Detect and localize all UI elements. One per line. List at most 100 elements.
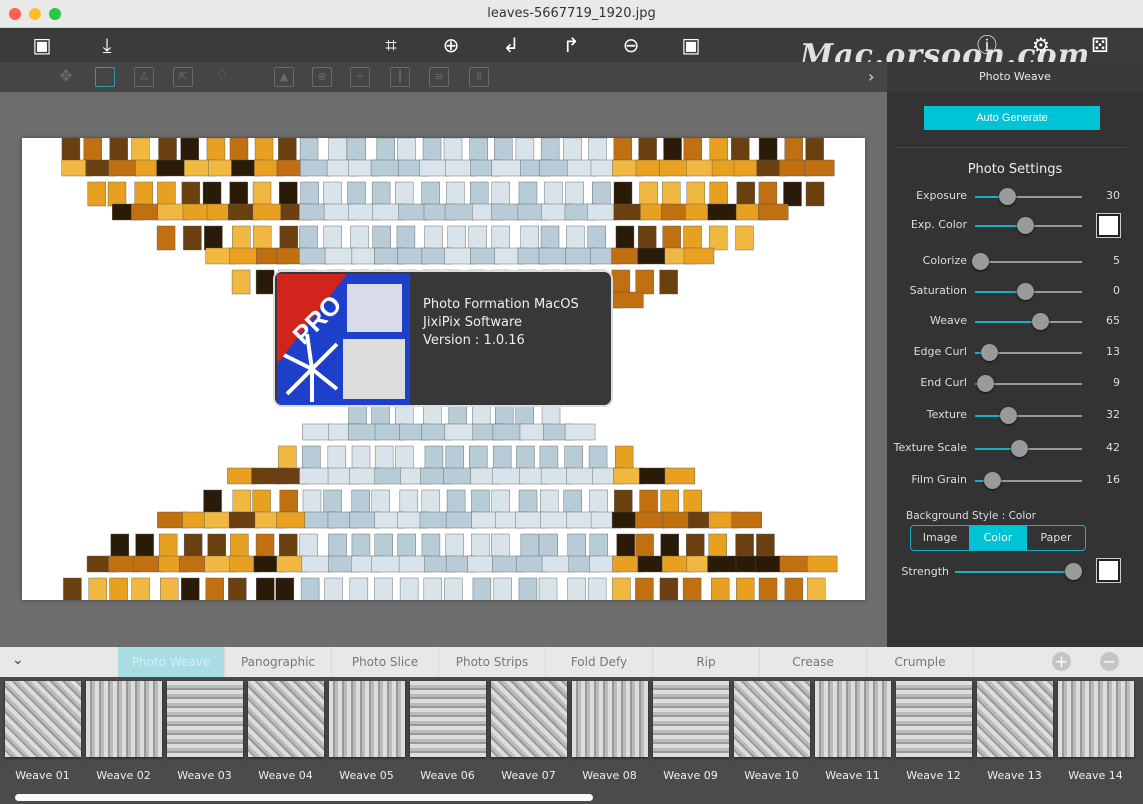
- slider-knob[interactable]: [1032, 313, 1050, 330]
- preset-thumbnail[interactable]: [815, 681, 891, 757]
- weave-strip: [252, 181, 272, 207]
- tab-photo-weave[interactable]: Photo Weave: [118, 647, 225, 677]
- preset-thumbnail[interactable]: [329, 681, 405, 757]
- preset-thumbnail[interactable]: [248, 681, 324, 757]
- preset-thumbnail[interactable]: [653, 681, 729, 757]
- add-column-icon[interactable]: ┃: [390, 67, 410, 87]
- horizontal-scrollbar[interactable]: [15, 794, 593, 801]
- weave-strip: [638, 138, 657, 163]
- preset-thumbnail[interactable]: [86, 681, 162, 757]
- remove-preset-button[interactable]: −: [1100, 652, 1119, 671]
- exposure-slider[interactable]: [975, 188, 1082, 205]
- slider-label: Weave: [929, 314, 967, 327]
- weave-strip: [538, 159, 570, 177]
- dice-random-icon[interactable]: ⚄: [1086, 31, 1114, 59]
- columns-icon[interactable]: ⦀: [469, 67, 489, 87]
- weave-strip: [469, 181, 489, 207]
- weave-strip: [371, 555, 402, 573]
- lightbulb-icon[interactable]: ♢: [212, 67, 232, 87]
- edge-curl-slider[interactable]: [975, 344, 1082, 361]
- slider-knob[interactable]: [1000, 407, 1018, 424]
- weave-strip: [83, 138, 102, 163]
- colorize-slider[interactable]: [972, 253, 1082, 270]
- export-icon[interactable]: ⇱: [173, 67, 193, 87]
- weave-strip: [639, 489, 658, 515]
- tab-panographic[interactable]: Panographic: [225, 647, 332, 677]
- exp-color-swatch[interactable]: [1096, 213, 1121, 238]
- redo-icon[interactable]: ↱: [557, 31, 585, 59]
- preset-thumbnail[interactable]: [1058, 681, 1134, 757]
- remove-icon[interactable]: ⊗: [312, 67, 332, 87]
- zoom-in-icon[interactable]: ⊕: [437, 31, 465, 59]
- slider-knob[interactable]: [1017, 217, 1035, 234]
- tab-fold-defy[interactable]: Fold Defy: [546, 647, 653, 677]
- move-icon[interactable]: ✥: [56, 67, 76, 87]
- collapse-chevron-icon[interactable]: ⌄: [12, 652, 24, 668]
- preset-thumbnail[interactable]: [5, 681, 81, 757]
- weave-slider[interactable]: [975, 313, 1082, 330]
- preset-strip: Weave 01 Weave 02 Weave 03 Weave 04 Weav…: [0, 677, 1143, 804]
- saturation-slider[interactable]: [975, 283, 1082, 300]
- fit-image-icon[interactable]: ▣: [677, 31, 705, 59]
- weave-strip: [131, 577, 150, 600]
- preset-thumbnail[interactable]: [977, 681, 1053, 757]
- slider-label: Film Grain: [911, 473, 967, 486]
- weave-strip: [564, 445, 583, 471]
- info-icon[interactable]: ⓘ: [973, 31, 1001, 59]
- bg-option-color[interactable]: Color: [969, 526, 1027, 550]
- strength-color-swatch[interactable]: [1096, 558, 1121, 583]
- preset-thumbnail[interactable]: [410, 681, 486, 757]
- settings-icon[interactable]: ⚙: [1027, 31, 1055, 59]
- undo-icon[interactable]: ↲: [497, 31, 525, 59]
- crop-icon[interactable]: ⌗: [377, 31, 405, 59]
- preset-thumbnail[interactable]: [572, 681, 648, 757]
- end-curl-slider[interactable]: [975, 375, 1082, 392]
- slider-knob[interactable]: [972, 253, 990, 270]
- open-image-icon[interactable]: ▣: [28, 31, 56, 59]
- bg-option-paper[interactable]: Paper: [1027, 526, 1085, 550]
- weave-strip: [615, 225, 635, 251]
- weave-strip: [758, 577, 778, 600]
- preset-thumbnail[interactable]: [734, 681, 810, 757]
- film-grain-slider[interactable]: [975, 472, 1082, 489]
- tab-crease[interactable]: Crease: [760, 647, 867, 677]
- preset-thumbnail[interactable]: [491, 681, 567, 757]
- select-rect-icon[interactable]: [95, 67, 115, 87]
- add-row-icon[interactable]: ＋: [350, 67, 370, 87]
- slider-knob[interactable]: [976, 375, 994, 392]
- slider-knob[interactable]: [999, 188, 1017, 205]
- preset-label: Weave 01: [15, 769, 70, 782]
- texture-slider[interactable]: [975, 407, 1082, 424]
- weave-strip: [446, 489, 466, 515]
- slider-knob[interactable]: [984, 472, 1002, 489]
- tab-rip[interactable]: Rip: [653, 647, 760, 677]
- strength-slider[interactable]: [955, 563, 1083, 580]
- texture-scale-slider[interactable]: [975, 440, 1082, 457]
- bg-option-image[interactable]: Image: [911, 526, 969, 550]
- slider-knob[interactable]: [1017, 283, 1035, 300]
- exp-color-slider[interactable]: [975, 217, 1082, 234]
- image-layer-icon[interactable]: ▲: [274, 67, 294, 87]
- tab-crumple[interactable]: Crumple: [867, 647, 974, 677]
- tab-photo-strips[interactable]: Photo Strips: [439, 647, 546, 677]
- rows-icon[interactable]: ≡: [429, 67, 449, 87]
- auto-generate-button[interactable]: Auto Generate: [924, 106, 1100, 130]
- save-download-icon[interactable]: ⤓: [93, 31, 121, 59]
- weave-strip: [351, 445, 371, 471]
- collapse-panel-chevron-icon[interactable]: ›: [868, 62, 874, 92]
- slider-knob[interactable]: [1010, 440, 1028, 457]
- weave-strip: [181, 577, 200, 600]
- portrait-icon[interactable]: ♙: [134, 67, 154, 87]
- weave-strip: [180, 138, 199, 163]
- zoom-out-icon[interactable]: ⊖: [617, 31, 645, 59]
- preset-thumbnail[interactable]: [167, 681, 243, 757]
- about-dialog[interactable]: PRO Photo Formation MacOS JixiPix Softwa…: [273, 270, 613, 407]
- tab-photo-slice[interactable]: Photo Slice: [332, 647, 439, 677]
- preset-thumbnail[interactable]: [896, 681, 972, 757]
- slider-knob[interactable]: [1065, 563, 1083, 580]
- weave-strip: [563, 489, 582, 515]
- slider-knob[interactable]: [980, 344, 998, 361]
- add-preset-button[interactable]: +: [1052, 652, 1071, 671]
- weave-strip: [494, 138, 513, 163]
- weave-strip: [351, 533, 371, 559]
